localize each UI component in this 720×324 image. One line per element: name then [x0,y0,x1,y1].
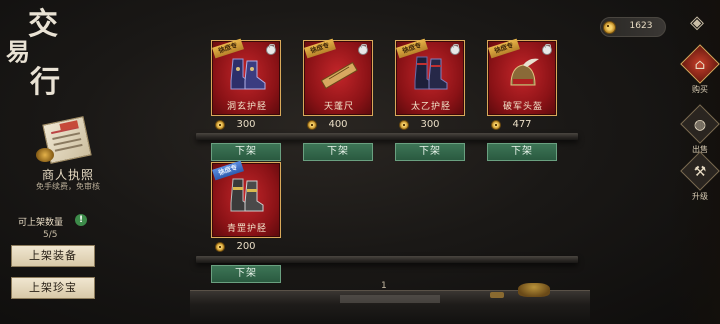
price-row: 300 [211,119,281,133]
pouch-icon: ◍ [693,117,707,133]
license-desc: 免手续费，免审核 [36,182,100,191]
tab-label: 升级 [692,192,708,201]
title-char-3: 行 [30,65,60,100]
list-treasure-button[interactable]: 上架珍宝 [11,277,95,299]
boots-icon [227,177,267,217]
page-number: 1 [381,281,387,291]
shelf-bottom [196,256,578,263]
bag-icon [542,44,552,55]
list-equipment-button[interactable]: 上架装备 [11,245,95,267]
tab-sell[interactable]: ◍ 出售 [680,104,720,156]
quota-value: 5/5 [43,230,58,240]
tab-upgrade[interactable]: ⚒ 升级 [680,151,720,203]
delist-button[interactable]: 下架 [211,143,281,161]
item-name: 青罡护胫 [226,224,267,234]
item-card[interactable]: 徐庶专 天蓬尺 [303,38,373,116]
price-row: 477 [487,119,557,133]
boots-icon [227,55,267,95]
currency-value: 1623 [629,21,653,31]
page-title: 交 易 行 [6,6,76,104]
delist-button[interactable]: 下架 [303,143,373,161]
bag-icon [450,44,460,55]
item-price: 300 [420,119,440,130]
delist-button[interactable]: 下架 [395,143,465,161]
ruler-icon [319,55,359,95]
delist-button[interactable]: 下架 [487,143,557,161]
delist-button[interactable]: 下架 [211,265,281,283]
helmet-icon [503,55,543,95]
coin-icon [603,21,616,34]
incense-burner [518,283,550,297]
price-row: 300 [395,119,465,133]
bag-icon [358,44,368,55]
item-price: 477 [512,119,532,130]
price-row: 200 [211,241,281,255]
item-price: 300 [236,119,256,130]
item-card[interactable]: 徐庶专 洞玄护胫 [211,38,281,116]
license-coins [36,148,54,162]
price-row: 400 [303,119,373,133]
item-price: 200 [236,241,256,252]
item-card[interactable]: 徐庶专 太乙护胫 [395,38,465,116]
item-name: 洞玄护胫 [226,102,267,112]
item-card[interactable]: 徐庶专 破军头盔 [487,38,557,116]
bag-icon [266,44,276,55]
shelf-top [196,133,578,140]
tab-buy[interactable]: ⌂ 购买 [680,44,720,96]
item-price: 400 [328,119,348,130]
merchant-license-icon[interactable] [34,116,96,166]
boots-icon [411,55,451,95]
title-char-1: 交 [28,7,58,42]
item-name: 破军头盔 [502,102,543,112]
info-icon[interactable]: ! [75,214,87,226]
hammer-icon: ⚒ [693,164,707,180]
title-char-2: 易 [6,37,30,66]
back-icon[interactable]: ◈ [686,12,708,34]
incense-cup [490,292,504,298]
item-name: 太乙护胫 [410,102,451,112]
quota-label: 可上架数量 [18,218,64,228]
item-card[interactable]: 徐庶专 青罡护胫 [211,160,281,238]
tab-label: 购买 [692,85,708,94]
shop-icon: ⌂ [694,57,706,73]
currency-display: 1623 [600,17,666,37]
table-mat [340,295,440,303]
item-name: 天蓬尺 [323,102,354,112]
